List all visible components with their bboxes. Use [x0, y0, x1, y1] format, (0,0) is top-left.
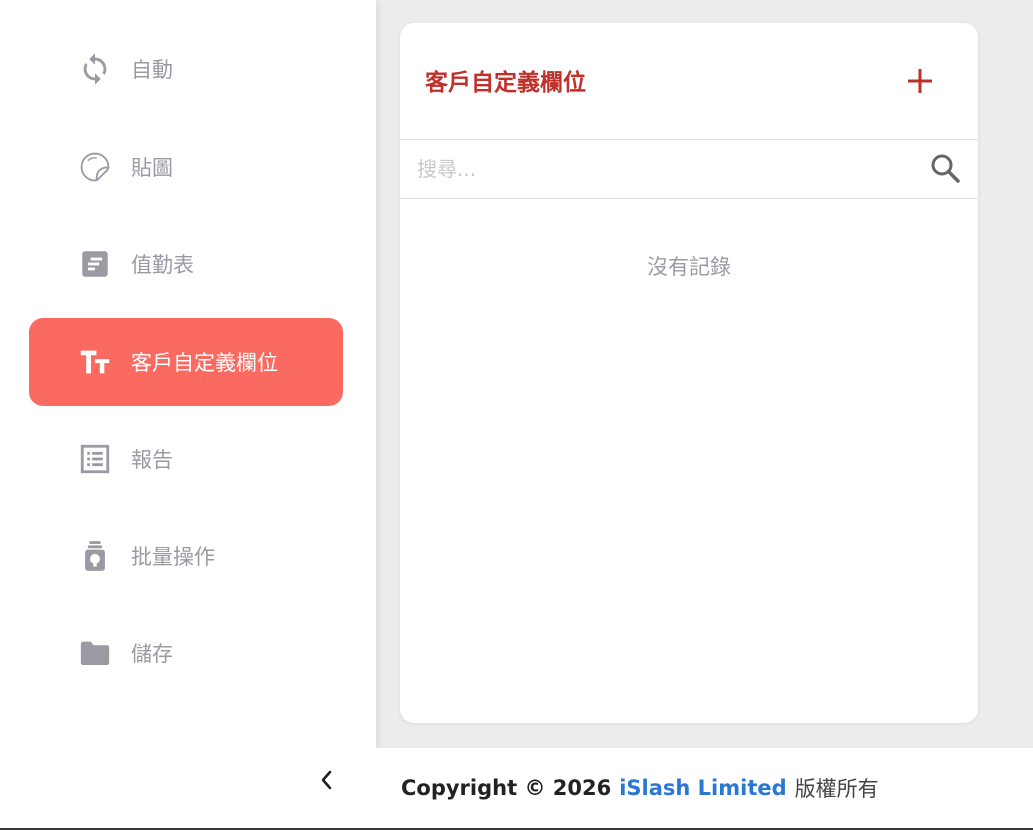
- sidebar-item-label: 值勤表: [131, 253, 194, 277]
- sidebar-item-label: 報告: [131, 448, 173, 472]
- folder-icon: [77, 635, 113, 671]
- sidebar-item-sticker[interactable]: 貼圖: [29, 123, 343, 211]
- add-field-button[interactable]: [902, 65, 938, 101]
- empty-state-text: 沒有記錄: [647, 255, 731, 279]
- chevron-left-icon: [317, 769, 337, 795]
- report-list-icon: [77, 441, 113, 477]
- copyright-text: Copyright © 2026: [401, 776, 612, 800]
- search-input[interactable]: [417, 150, 917, 188]
- sidebar-item-label: 自動: [131, 58, 173, 82]
- panel-header: 客戶自定義欄位: [400, 23, 978, 140]
- plus-icon: [906, 67, 934, 99]
- company-link[interactable]: iSlash Limited: [619, 776, 786, 800]
- sync-icon: [77, 51, 113, 87]
- footer: Copyright © 2026 iSlash Limited 版權所有: [376, 748, 1033, 830]
- sidebar-item-label: 儲存: [131, 642, 173, 666]
- sidebar: 自動 貼圖 值勤表 客戶自定義欄位 報告 批量操作 儲存: [0, 0, 376, 830]
- sidebar-item-storage[interactable]: 儲存: [29, 609, 343, 697]
- rights-text: 版權所有: [794, 777, 879, 801]
- sidebar-item-label: 客戶自定義欄位: [131, 351, 278, 375]
- bulk-action-icon: [77, 538, 113, 574]
- sidebar-collapse-button[interactable]: [310, 764, 344, 800]
- roster-icon: [77, 246, 113, 282]
- sidebar-item-bulk-action[interactable]: 批量操作: [29, 512, 343, 600]
- sidebar-item-label: 批量操作: [131, 545, 215, 569]
- sidebar-item-roster[interactable]: 值勤表: [29, 220, 343, 308]
- sidebar-item-custom-fields[interactable]: 客戶自定義欄位: [29, 318, 343, 406]
- search-icon: [929, 152, 961, 188]
- sidebar-item-report[interactable]: 報告: [29, 415, 343, 503]
- search-button[interactable]: [927, 152, 963, 188]
- custom-fields-panel: 客戶自定義欄位 沒有記錄: [400, 23, 978, 723]
- panel-title: 客戶自定義欄位: [425, 70, 586, 96]
- sidebar-item-auto[interactable]: 自動: [29, 25, 343, 113]
- sidebar-item-label: 貼圖: [131, 156, 173, 180]
- sticker-icon: [77, 149, 113, 185]
- search-bar: [400, 140, 978, 199]
- text-format-icon: [77, 344, 113, 380]
